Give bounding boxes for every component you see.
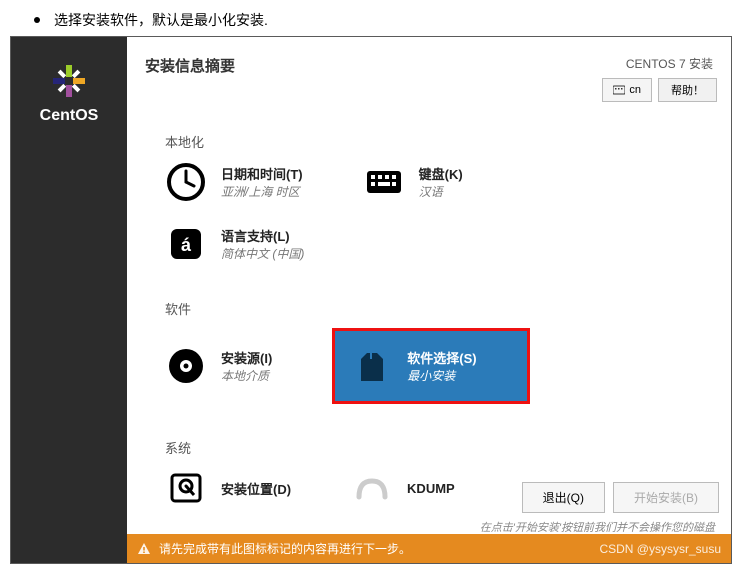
installer-window: CentOS 安装信息摘要 CENTOS 7 安装 cn 帮助！ 本地化 <box>10 36 732 564</box>
caption-text: 选择安装软件，默认是最小化安装. <box>54 10 268 30</box>
keyboard-layout-indicator[interactable]: cn <box>602 78 652 102</box>
keyboard-title: 键盘(K) <box>419 164 463 183</box>
install-label: CENTOS 7 安装 <box>626 55 713 72</box>
clock-icon <box>165 161 207 203</box>
page-title: 安装信息摘要 <box>145 55 235 76</box>
section-software: 软件 <box>165 299 713 318</box>
quit-button[interactable]: 退出(Q) <box>522 482 605 513</box>
watermark: CSDN @ysysysr_susu <box>599 542 721 556</box>
begin-install-button[interactable]: 开始安装(B) <box>613 482 719 513</box>
datetime-title: 日期和时间(T) <box>221 164 303 183</box>
keyboard-sub: 汉语 <box>419 183 463 200</box>
bottom-bar: 退出(Q) 开始安装(B) 在点击'开始安装'按钮前我们并不会操作您的磁盘 <box>127 482 731 535</box>
doc-caption: 选择安装软件，默认是最小化安装. <box>0 0 741 36</box>
language-sub: 简体中文 (中国) <box>221 245 304 262</box>
section-system: 系统 <box>165 438 713 457</box>
keyboard-mini-icon <box>613 85 625 95</box>
software-selection-spoke[interactable]: 软件选择(S) 最小安装 <box>332 328 529 404</box>
hint-text: 在点击'开始安装'按钮前我们并不会操作您的磁盘 <box>139 519 719 535</box>
disc-icon <box>165 345 207 387</box>
main-panel: 安装信息摘要 CENTOS 7 安装 cn 帮助！ 本地化 <box>127 37 731 563</box>
svg-text:á: á <box>181 235 192 255</box>
topbar-right: CENTOS 7 安装 cn 帮助！ <box>602 55 717 102</box>
keyboard-icon <box>363 161 405 203</box>
sidebar: CentOS <box>11 37 127 563</box>
warning-icon <box>137 542 151 556</box>
selection-sub: 最小安装 <box>407 367 476 384</box>
warning-bar: 请先完成带有此图标标记的内容再进行下一步。 CSDN @ysysysr_susu <box>127 534 731 563</box>
language-spoke[interactable]: á 语言支持(L) 简体中文 (中国) <box>165 223 304 265</box>
language-icon: á <box>165 223 207 265</box>
centos-logo-icon <box>49 61 89 101</box>
bullet-icon <box>34 17 40 23</box>
lang-code: cn <box>629 84 641 96</box>
source-sub: 本地介质 <box>221 367 272 384</box>
language-title: 语言支持(L) <box>221 226 304 245</box>
topbar: 安装信息摘要 CENTOS 7 安装 cn 帮助！ <box>127 37 731 112</box>
warning-text: 请先完成带有此图标标记的内容再进行下一步。 <box>159 540 411 557</box>
datetime-sub: 亚洲/上海 时区 <box>221 183 303 200</box>
section-localization: 本地化 <box>165 132 713 151</box>
datetime-spoke[interactable]: 日期和时间(T) 亚洲/上海 时区 <box>165 161 303 203</box>
source-title: 安装源(I) <box>221 348 272 367</box>
install-source-spoke[interactable]: 安装源(I) 本地介质 <box>165 328 272 404</box>
content-area: 本地化 日期和时间(T) 亚洲/上海 时区 键盘(K) <box>127 112 731 529</box>
brand-label: CentOS <box>40 107 99 125</box>
help-button[interactable]: 帮助！ <box>658 78 717 102</box>
keyboard-spoke[interactable]: 键盘(K) 汉语 <box>363 161 463 203</box>
package-icon <box>351 345 393 387</box>
selection-title: 软件选择(S) <box>407 348 476 367</box>
